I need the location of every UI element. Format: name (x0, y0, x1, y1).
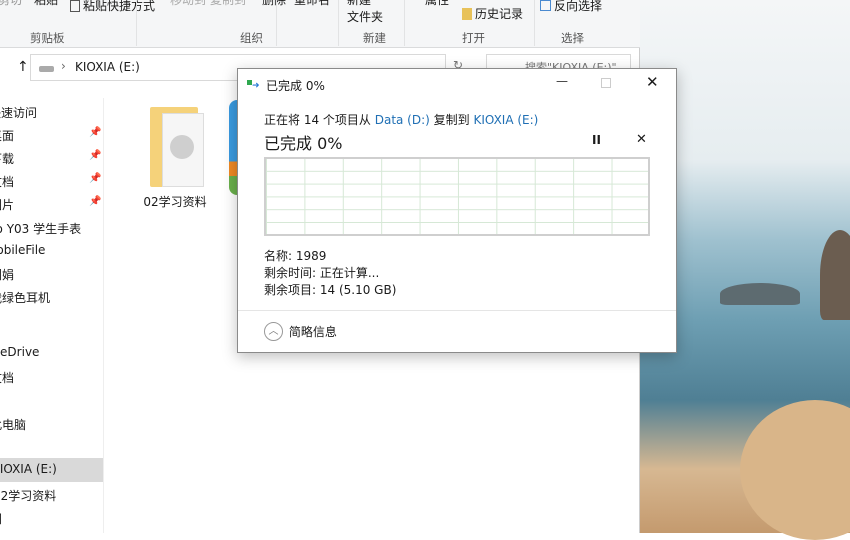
maximize-button[interactable] (601, 78, 611, 88)
nav-item[interactable]: 我绿色耳机 (0, 285, 94, 307)
nav-item[interactable]: 下载 (0, 146, 94, 168)
paste-shortcut-button[interactable]: 粘贴快捷方式 (70, 0, 155, 14)
nav-item[interactable]: 文档 (0, 365, 94, 387)
address-path[interactable]: KIOXIA (E:) (75, 60, 140, 74)
minimize-button[interactable]: — (556, 74, 568, 88)
nav-item[interactable]: MobileFile (0, 239, 90, 261)
nav-item[interactable]: 文档 (0, 169, 94, 191)
properties-button[interactable]: 属性 (425, 0, 449, 8)
ribbon: 剪切 粘贴 粘贴快捷方式 移动到 复制到 删除 重命名 新建 文件夹 属性 历史记… (0, 0, 640, 48)
chevron-up-icon: ︿ (264, 322, 283, 341)
nav-item[interactable]: 快速访问 (0, 100, 93, 122)
new-folder-button[interactable]: 新建 文件夹 (347, 0, 383, 25)
source-link[interactable]: Data (D:) (375, 113, 430, 127)
cut-button[interactable]: 剪切 (0, 0, 22, 8)
copy-to-button[interactable]: 复制到 (210, 0, 246, 8)
close-button[interactable]: ✕ (646, 73, 659, 91)
up-button[interactable]: ↑ (17, 59, 29, 75)
nav-item[interactable]: 网 (0, 506, 94, 528)
transfer-speed-graph (264, 157, 650, 236)
pin-icon: 📌 (89, 173, 102, 184)
nav-item[interactable]: vivo Y03 学生手表 (0, 216, 82, 238)
file-name: 名称: 1989 (264, 249, 327, 263)
invert-selection-button[interactable]: 反向选择 (540, 0, 602, 14)
delete-button[interactable]: 删除 (262, 0, 286, 8)
rename-button[interactable]: 重命名 (294, 0, 330, 8)
pin-icon: 📌 (89, 196, 102, 207)
copy-progress-dialog: ➜ 已完成 0% — ✕ 正在将 14 个项目从 Data (D:) 复制到 K… (237, 68, 677, 353)
select-icon (540, 0, 551, 11)
group-new: 新建 (363, 31, 386, 45)
items-remaining: 剩余项目: 14 (5.10 GB) (264, 283, 397, 297)
pin-icon: 📌 (89, 150, 102, 161)
group-open: 打开 (462, 31, 485, 45)
pin-icon: 📌 (89, 127, 102, 138)
history-icon (462, 8, 472, 20)
nav-item-selected[interactable]: KIOXIA (E:) (0, 458, 103, 482)
group-select: 选择 (561, 31, 584, 45)
nav-item[interactable]: OneDrive (0, 341, 87, 363)
navigation-pane: 快速访问 桌面 下载 文档 图片 📌 📌 📌 📌 vivo Y03 学生手表 M… (0, 98, 104, 533)
history-button[interactable]: 历史记录 (462, 5, 523, 22)
nav-item[interactable]: 图片 (0, 192, 94, 214)
less-details-button[interactable]: ︿ 简略信息 (264, 322, 337, 341)
move-to-button[interactable]: 移动到 (170, 0, 206, 8)
folder-icon (144, 105, 206, 187)
destination-link[interactable]: KIOXIA (E:) (473, 113, 538, 127)
progress-title: 已完成 0% (264, 134, 343, 153)
group-clipboard: 剪贴板 (30, 31, 65, 45)
breadcrumb-chevron-icon: › (61, 59, 66, 73)
copy-description: 正在将 14 个项目从 Data (D:) 复制到 KIOXIA (E:) (264, 113, 539, 127)
nav-item[interactable]: 此电脑 (0, 412, 94, 434)
paste-button[interactable]: 粘贴 (34, 0, 58, 8)
nav-item[interactable]: 02学习资料 (0, 483, 97, 505)
cancel-button[interactable]: ✕ (636, 132, 647, 147)
shortcut-icon (70, 0, 80, 12)
pause-button[interactable]: II (592, 133, 601, 147)
nav-item[interactable]: 桌面 (0, 123, 94, 145)
nav-item[interactable]: 刘娟 (0, 262, 94, 284)
copy-icon: ➜ (247, 79, 260, 91)
group-organize: 组织 (240, 31, 263, 45)
folder-item[interactable]: 02学习资料 (135, 105, 215, 210)
drive-icon (39, 66, 54, 72)
time-remaining: 剩余时间: 正在计算... (264, 266, 380, 280)
dialog-title: 已完成 0% (266, 79, 325, 93)
